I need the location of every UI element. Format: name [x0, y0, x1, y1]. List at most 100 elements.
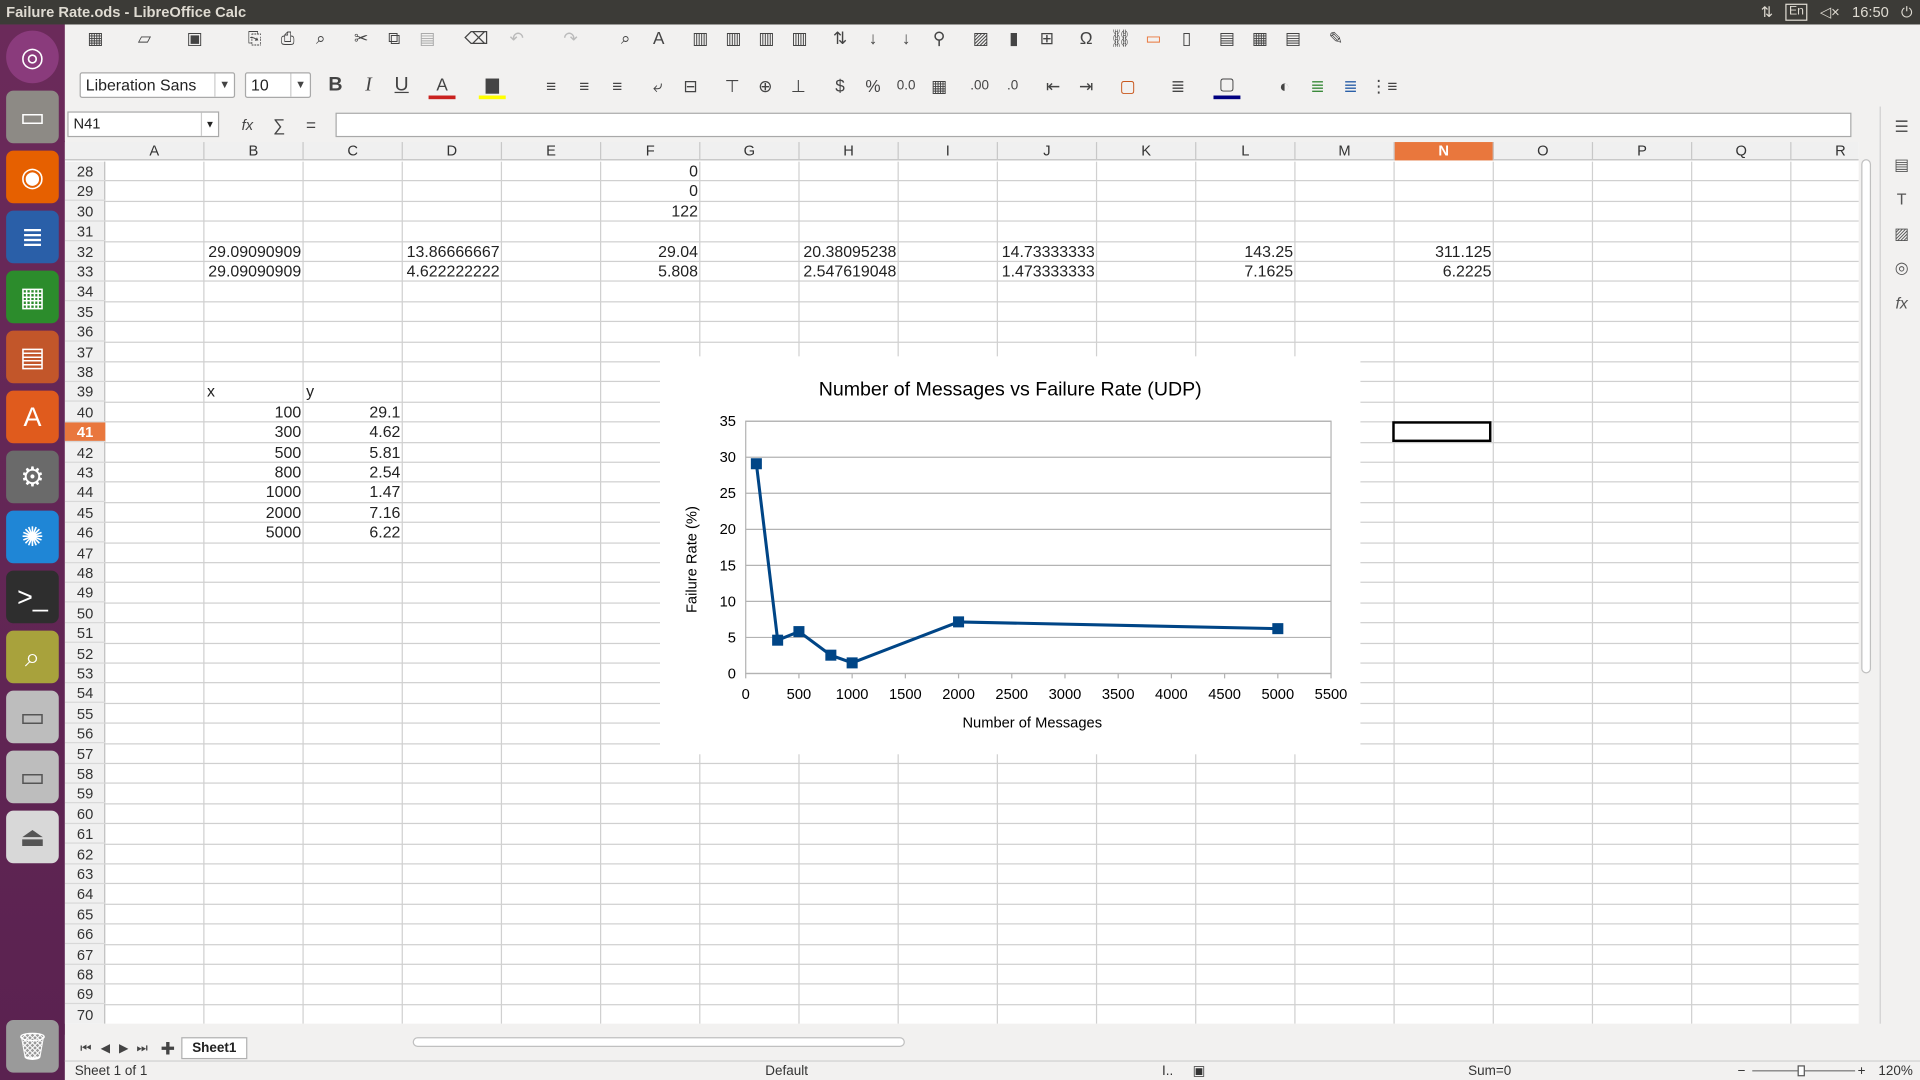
- column-header-g[interactable]: G: [700, 142, 800, 161]
- cell-b40[interactable]: 100: [204, 403, 303, 423]
- column-header-f[interactable]: F: [601, 142, 701, 161]
- zoom-level[interactable]: 120%: [1878, 1062, 1912, 1080]
- row-header-64[interactable]: 64: [64, 885, 106, 905]
- new-icon[interactable]: ▦: [82, 24, 109, 51]
- cell-b42[interactable]: 500: [204, 443, 303, 463]
- row-header-42[interactable]: 42: [64, 443, 106, 463]
- undo-icon[interactable]: ↶: [503, 24, 530, 51]
- cell-b33[interactable]: 29.09090909: [204, 262, 303, 282]
- last-sheet-icon[interactable]: ⏭: [129, 1035, 156, 1062]
- selection-mode-icon[interactable]: I..: [1162, 1062, 1173, 1080]
- drive-icon[interactable]: ▭: [6, 750, 59, 804]
- sidebar-settings-icon[interactable]: ☰: [1891, 118, 1913, 140]
- italic-icon[interactable]: I: [355, 72, 382, 99]
- zoom-slider-handle[interactable]: [1797, 1065, 1805, 1077]
- functions-icon[interactable]: fx: [1891, 294, 1913, 316]
- special-character-icon[interactable]: Ω: [1073, 24, 1100, 51]
- underline-icon[interactable]: U: [388, 72, 415, 99]
- comment-icon[interactable]: ▭: [1140, 24, 1167, 51]
- align-bottom-icon[interactable]: ⊥: [785, 72, 812, 99]
- currency-format-icon[interactable]: $: [827, 72, 854, 99]
- cell-l32[interactable]: 143.25: [1196, 242, 1295, 262]
- cell-d33[interactable]: 4.622222222: [403, 262, 502, 282]
- paste-icon[interactable]: ▤: [414, 24, 441, 51]
- color-scale-icon[interactable]: ≣: [1304, 72, 1331, 99]
- sort-ascending-icon[interactable]: ↓: [860, 24, 887, 51]
- cell-c43[interactable]: 2.54: [304, 463, 403, 483]
- column-header-c[interactable]: C: [304, 142, 403, 161]
- insert-image-icon[interactable]: ▨: [967, 24, 994, 51]
- row-header-39[interactable]: 39: [64, 383, 106, 403]
- border-color-icon[interactable]: ▢: [1213, 72, 1241, 100]
- column-header-d[interactable]: D: [403, 142, 503, 161]
- column-header-a[interactable]: A: [105, 142, 205, 161]
- calc-icon[interactable]: ▦: [6, 270, 59, 324]
- add-sheet-icon[interactable]: ✚: [154, 1035, 181, 1062]
- draw-functions-icon[interactable]: ✎: [1322, 24, 1349, 51]
- column-header-l[interactable]: L: [1196, 142, 1296, 161]
- row-header-41[interactable]: 41: [64, 422, 106, 443]
- copy-icon[interactable]: ⧉: [381, 24, 408, 51]
- writer-icon[interactable]: ≣: [6, 210, 59, 264]
- row-header-50[interactable]: 50: [64, 603, 106, 624]
- percent-format-icon[interactable]: %: [860, 72, 887, 99]
- row-header-48[interactable]: 48: [64, 563, 106, 583]
- row-header-53[interactable]: 53: [64, 664, 106, 684]
- firefox-icon[interactable]: ◉: [6, 150, 59, 204]
- font-name-box[interactable]: Liberation Sans ▼: [79, 72, 236, 98]
- impress-icon[interactable]: ▤: [6, 330, 59, 384]
- row-header-29[interactable]: 29: [64, 182, 106, 202]
- highlight-color-icon[interactable]: ▆: [478, 72, 506, 100]
- cell-f32[interactable]: 29.04: [601, 242, 700, 262]
- increase-indent-icon[interactable]: ⇥: [1073, 72, 1100, 99]
- terminal-icon[interactable]: >_: [6, 570, 59, 624]
- cell-d32[interactable]: 13.86666667: [403, 242, 502, 262]
- merge-cells-icon[interactable]: ⊟: [677, 72, 704, 99]
- cell-l33[interactable]: 7.1625: [1196, 262, 1295, 282]
- row-header-43[interactable]: 43: [64, 463, 106, 483]
- column-header-m[interactable]: M: [1296, 142, 1395, 161]
- row-header-28[interactable]: 28: [64, 162, 106, 182]
- app-icon[interactable]: ✺: [6, 510, 59, 564]
- print-preview-icon[interactable]: ⌕: [307, 24, 334, 51]
- name-box[interactable]: N41 ▼: [67, 111, 220, 138]
- cell-n32[interactable]: 311.125: [1395, 242, 1494, 262]
- align-left-icon[interactable]: ≡: [538, 72, 565, 99]
- cell-h32[interactable]: 20.38095238: [800, 242, 899, 262]
- cell-b41[interactable]: 300: [204, 423, 303, 443]
- cell-j32[interactable]: 14.73333333: [998, 242, 1097, 262]
- pivot-table-icon[interactable]: ⊞: [1033, 24, 1060, 51]
- cell-c42[interactable]: 5.81: [304, 443, 403, 463]
- row-header-31[interactable]: 31: [64, 222, 106, 242]
- row-header-58[interactable]: 58: [64, 764, 106, 784]
- styles-icon[interactable]: T: [1891, 190, 1913, 212]
- borders-icon[interactable]: ▢: [1114, 72, 1141, 99]
- print-icon[interactable]: ⎙: [274, 24, 301, 51]
- row-header-59[interactable]: 59: [64, 784, 106, 804]
- cell-f30[interactable]: 122: [601, 202, 700, 222]
- row-header-36[interactable]: 36: [64, 322, 106, 342]
- autofilter-icon[interactable]: ⚲: [926, 24, 953, 51]
- column-header-r[interactable]: R: [1791, 142, 1858, 160]
- column-header-o[interactable]: O: [1494, 142, 1594, 161]
- removable-drive-icon[interactable]: ⏏: [6, 810, 59, 864]
- align-top-icon[interactable]: ⊤: [719, 72, 746, 99]
- vertical-scrollbar[interactable]: [1858, 142, 1874, 1024]
- row-header-44[interactable]: 44: [64, 483, 106, 503]
- column-header-e[interactable]: E: [502, 142, 602, 161]
- row-header-63[interactable]: 63: [64, 864, 106, 885]
- row-header-66[interactable]: 66: [64, 925, 106, 945]
- clock[interactable]: 16:50: [1852, 0, 1889, 24]
- delete-column-icon[interactable]: ▥: [786, 24, 813, 51]
- icon-set-icon[interactable]: ⋮≡: [1370, 72, 1397, 99]
- row-header-37[interactable]: 37: [64, 342, 106, 362]
- font-color-icon[interactable]: A: [428, 72, 456, 100]
- sort-icon[interactable]: ⇅: [827, 24, 854, 51]
- cut-icon[interactable]: ✂: [348, 24, 375, 51]
- cell-f29[interactable]: 0: [601, 182, 700, 202]
- files-icon[interactable]: ▭: [6, 90, 59, 144]
- row-header-67[interactable]: 67: [64, 945, 106, 965]
- bold-icon[interactable]: B: [322, 72, 349, 99]
- power-icon[interactable]: ⏻: [1901, 0, 1913, 24]
- freeze-rows-columns-icon[interactable]: ▦: [1247, 24, 1274, 51]
